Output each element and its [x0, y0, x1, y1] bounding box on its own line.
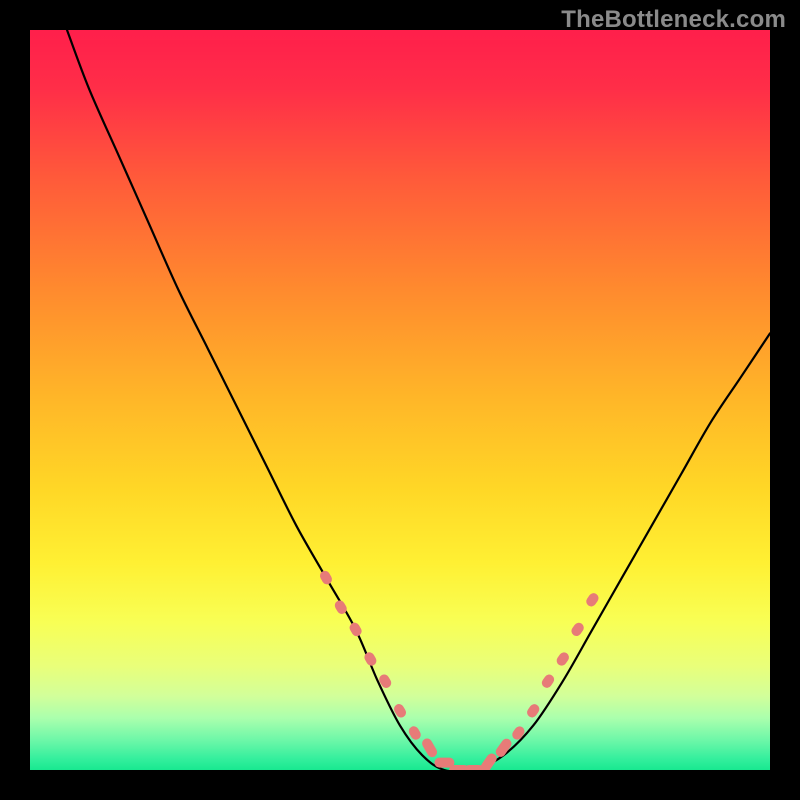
curve-marker	[555, 650, 571, 667]
curve-marker	[318, 569, 334, 586]
curve-marker	[569, 621, 585, 638]
marker-group	[318, 569, 600, 770]
curve-path	[67, 30, 770, 770]
curve-marker	[348, 621, 364, 638]
curve-marker	[540, 673, 556, 690]
plot-area	[30, 30, 770, 770]
curve-layer	[30, 30, 770, 770]
curve-marker	[510, 724, 526, 741]
chart-frame: TheBottleneck.com	[0, 0, 800, 800]
watermark-text: TheBottleneck.com	[561, 6, 786, 34]
curve-marker	[479, 752, 499, 770]
curve-marker	[584, 591, 600, 608]
curve-marker	[494, 737, 514, 759]
